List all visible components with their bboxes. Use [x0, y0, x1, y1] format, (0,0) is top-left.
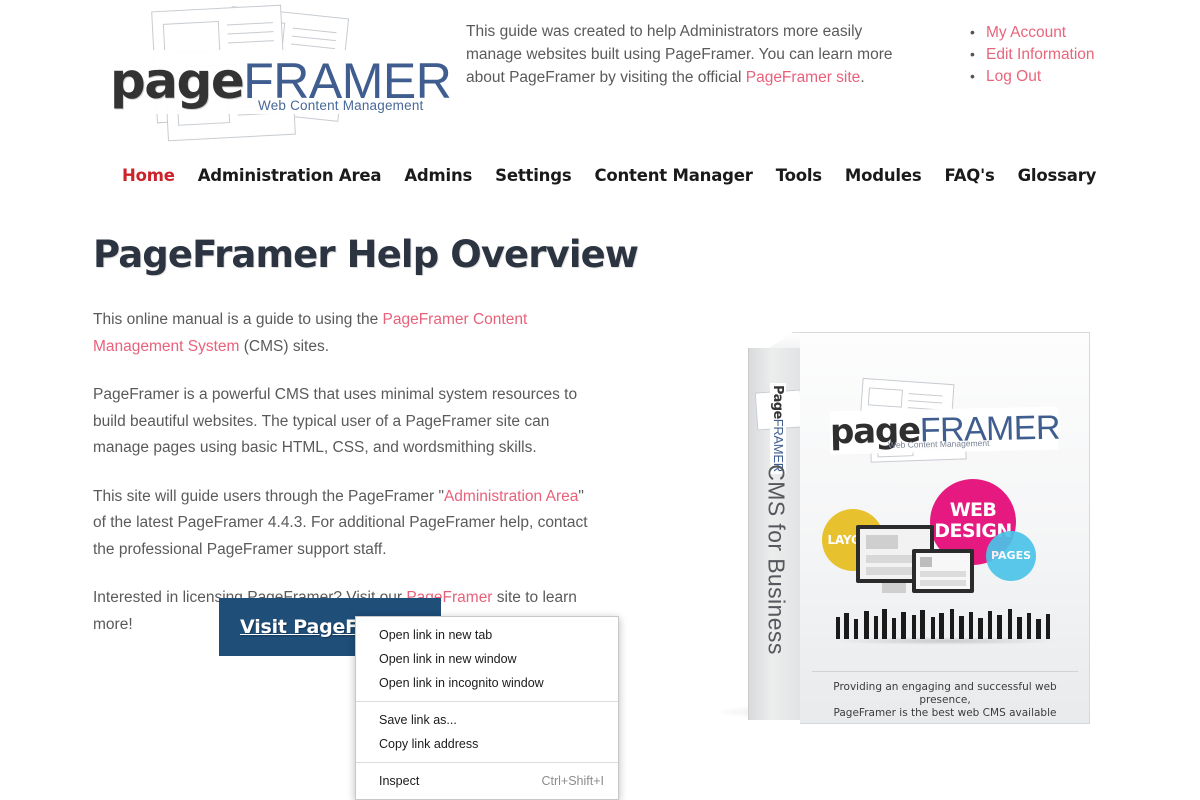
- spine-word-primary: Page: [770, 385, 785, 419]
- nav-item-admins[interactable]: Admins: [404, 166, 472, 185]
- circle-pages: PAGES: [986, 531, 1036, 581]
- context-menu-separator: [356, 701, 618, 702]
- link-administration-area[interactable]: Administration Area: [444, 488, 578, 505]
- tablet-illustration: [912, 549, 974, 593]
- context-menu-item-open-new-tab[interactable]: Open link in new tab: [356, 623, 618, 647]
- nav-item-home[interactable]: Home: [122, 166, 175, 185]
- context-menu-item-save-link-as[interactable]: Save link as...: [356, 708, 618, 732]
- spine-text: CMS for Business: [763, 464, 790, 655]
- box-front-face: pageFRAMER Web Content Management LAYOUT…: [800, 332, 1090, 724]
- box-footer-line1: Providing an engaging and successful web…: [833, 681, 1057, 706]
- nav-item-tools[interactable]: Tools: [776, 166, 822, 185]
- context-menu-item-inspect[interactable]: Inspect Ctrl+Shift+I: [356, 769, 618, 793]
- account-link-edit-information[interactable]: Edit Information: [986, 46, 1095, 63]
- box-footer-text: Providing an engaging and successful web…: [810, 681, 1080, 720]
- people-silhouettes: [824, 599, 1064, 645]
- box-footer-line2: PageFramer is the best web CMS available: [833, 707, 1057, 719]
- account-link-my-account[interactable]: My Account: [986, 24, 1066, 41]
- pageframer-site-link[interactable]: PageFramer site: [746, 69, 861, 86]
- account-link-item: Edit Information: [970, 43, 1095, 66]
- paragraph-guide: This site will guide users through the P…: [93, 484, 593, 564]
- paragraph1-post: (CMS) sites.: [239, 337, 330, 355]
- account-link-log-out[interactable]: Log Out: [986, 68, 1041, 85]
- context-menu-item-open-new-window[interactable]: Open link in new window: [356, 647, 618, 671]
- paragraph-about: PageFramer is a powerful CMS that uses m…: [93, 386, 578, 456]
- paragraph-intro: This online manual is a guide to using t…: [93, 307, 593, 360]
- nav-item-content-manager[interactable]: Content Manager: [594, 166, 752, 185]
- box-front-tagline: Web Content Management: [887, 437, 990, 451]
- browser-context-menu[interactable]: Open link in new tab Open link in new wi…: [355, 616, 619, 800]
- paragraph3-pre: This site will guide users through the P…: [93, 487, 444, 505]
- context-menu-separator: [356, 762, 618, 763]
- header-blurb: This guide was created to help Administr…: [466, 23, 893, 86]
- context-menu-inspect-shortcut: Ctrl+Shift+I: [541, 774, 604, 788]
- context-menu-inspect-label: Inspect: [379, 774, 420, 788]
- context-menu-item-open-incognito[interactable]: Open link in incognito window: [356, 671, 618, 695]
- product-box-image: PageFRAMER CMS for Business pageFRAMER W…: [700, 320, 1100, 740]
- box-spine: PageFRAMER CMS for Business: [748, 348, 804, 720]
- account-links: My Account Edit Information Log Out: [962, 21, 1095, 88]
- box-divider: [812, 671, 1078, 672]
- nav-item-glossary[interactable]: Glossary: [1018, 166, 1097, 185]
- nav-item-administration-area[interactable]: Administration Area: [198, 166, 382, 185]
- logo-tagline: Web Content Management: [258, 98, 424, 113]
- monitor-stand: [882, 583, 906, 593]
- page-title: PageFramer Help Overview: [93, 233, 639, 276]
- account-link-item: Log Out: [970, 65, 1095, 88]
- site-logo[interactable]: pageFRAMER Web Content Management: [108, 4, 452, 142]
- account-link-item: My Account: [970, 21, 1095, 44]
- logo-word-primary: page: [110, 52, 245, 110]
- nav-item-faqs[interactable]: FAQ's: [945, 166, 995, 185]
- main-navigation: Home Administration Area Admins Settings Con…: [0, 166, 1200, 198]
- box-front-logo: pageFRAMER Web Content Management: [826, 377, 1064, 463]
- nav-item-settings[interactable]: Settings: [495, 166, 571, 185]
- site-header: pageFRAMER Web Content Management This g…: [0, 0, 1200, 150]
- nav-item-modules[interactable]: Modules: [845, 166, 922, 185]
- paragraph1-pre: This online manual is a guide to using t…: [93, 311, 383, 328]
- context-menu-item-copy-link-address[interactable]: Copy link address: [356, 732, 618, 756]
